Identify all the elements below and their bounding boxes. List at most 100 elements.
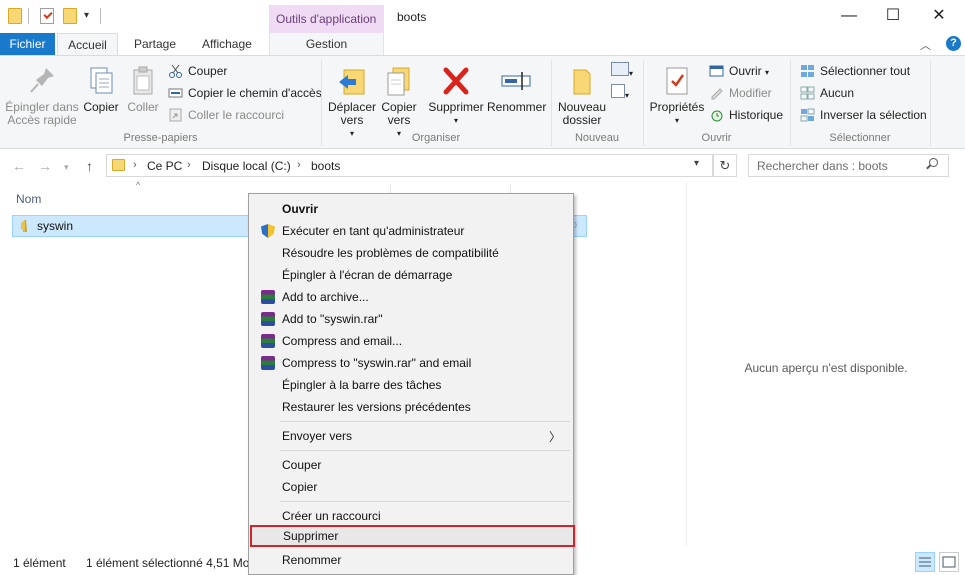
menu-item-label: Renommer	[282, 553, 342, 567]
menu-item-compress-to-rar-email[interactable]: Compress to "syswin.rar" and email	[251, 352, 571, 374]
menu-item-send-to[interactable]: Envoyer vers 〉	[251, 425, 571, 447]
delete-button[interactable]: Supprimer ▾	[426, 60, 486, 127]
menu-item-troubleshoot-compat[interactable]: Résoudre les problèmes de compatibilité	[251, 242, 571, 264]
address-bar[interactable]: › Ce PC › Disque local (C:) › boots	[106, 154, 713, 177]
address-dropdown-icon[interactable]: ▾	[694, 158, 699, 169]
group-label-new: Nouveau	[574, 132, 620, 144]
recent-locations-chevron-icon[interactable]: ▾	[64, 162, 69, 173]
tab-home[interactable]: Accueil	[57, 33, 118, 56]
tab-manage[interactable]: Gestion	[269, 33, 384, 55]
group-separator	[930, 60, 931, 146]
menu-item-label: Ouvrir	[282, 202, 319, 216]
group-label-organize: Organiser	[411, 132, 461, 144]
customize-toolbar-icon[interactable]: ▾	[84, 10, 89, 21]
select-all-icon	[800, 64, 815, 78]
breadcrumb-this-pc[interactable]: Ce PC	[147, 159, 182, 173]
open-button[interactable]: Ouvrir ▾	[709, 62, 769, 80]
submenu-arrow-icon: 〉	[548, 430, 561, 444]
history-button[interactable]: Historique	[709, 106, 783, 124]
menu-item-add-to-rar[interactable]: Add to "syswin.rar"	[251, 308, 571, 330]
search-icon[interactable]	[929, 158, 938, 167]
menu-item-label: Créer un raccourci	[282, 509, 381, 523]
copy-to-label: Copier vers	[381, 100, 417, 127]
forward-arrow-icon[interactable]: →	[38, 158, 52, 174]
menu-item-open[interactable]: Ouvrir	[251, 198, 571, 220]
details-view-icon	[919, 557, 931, 567]
breadcrumb-boots[interactable]: boots	[311, 159, 340, 173]
tab-share[interactable]: Partage	[134, 33, 176, 55]
rename-button[interactable]: Renommer	[487, 60, 547, 114]
menu-separator	[280, 450, 570, 451]
new-folder-quick-icon[interactable]	[63, 8, 77, 24]
menu-item-label: Compress and email...	[282, 334, 403, 348]
title-bar: ▾ Outils d'application boots — ☐ ✕	[0, 0, 965, 33]
window-title: boots	[397, 10, 427, 24]
pin-icon	[26, 64, 58, 98]
menu-item-label: Épingler à l'écran de démarrage	[282, 268, 453, 282]
winrar-archive-icon	[21, 220, 27, 232]
copy-icon	[85, 64, 117, 98]
menu-item-run-as-admin[interactable]: Exécuter en tant qu'administrateur	[251, 220, 571, 242]
menu-item-restore-versions[interactable]: Restaurer les versions précédentes	[251, 396, 571, 418]
menu-item-rename[interactable]: Renommer	[251, 549, 571, 571]
select-all-button[interactable]: Sélectionner tout	[800, 62, 910, 80]
menu-item-label: Envoyer vers	[282, 429, 353, 443]
menu-item-label: Compress to "syswin.rar" and email	[282, 356, 472, 370]
copy-label: Copier	[83, 100, 119, 114]
column-header-name[interactable]: Nom	[16, 192, 41, 206]
menu-item-copy[interactable]: Copier	[251, 476, 571, 498]
back-arrow-icon[interactable]: ←	[12, 158, 26, 174]
menu-item-pin-to-start[interactable]: Épingler à l'écran de démarrage	[251, 264, 571, 286]
shield-icon	[261, 224, 275, 238]
up-arrow-icon[interactable]: ↑	[86, 158, 93, 174]
breadcrumb-local-disk[interactable]: Disque local (C:)	[202, 159, 291, 173]
edit-button[interactable]: Modifier	[709, 84, 772, 102]
invert-selection-button[interactable]: Inverser la sélection	[800, 106, 927, 124]
history-icon	[709, 108, 724, 122]
rename-icon	[500, 64, 532, 98]
help-icon[interactable]: ?	[946, 36, 961, 51]
easy-access-icon	[611, 84, 625, 98]
new-folder-button[interactable]: Nouveau dossier	[556, 60, 608, 127]
copy-to-button[interactable]: Copier vers ▾	[378, 60, 420, 140]
minimize-button[interactable]: —	[826, 4, 872, 30]
pin-quick-access-button[interactable]: Épingler dans Accès rapide	[4, 60, 80, 127]
breadcrumb-chevron-icon[interactable]: ›	[297, 159, 301, 171]
new-item-button[interactable]: ▾	[611, 62, 633, 80]
menu-item-add-to-archive[interactable]: Add to archive...	[251, 286, 571, 308]
copy-path-button[interactable]: Copier le chemin d'accès	[168, 84, 322, 102]
menu-item-compress-email[interactable]: Compress and email...	[251, 330, 571, 352]
maximize-button[interactable]: ☐	[870, 4, 916, 30]
tab-view[interactable]: Affichage	[202, 33, 252, 55]
menu-separator	[280, 501, 570, 502]
properties-label: Propriétés	[649, 100, 705, 114]
refresh-button[interactable]: ↻	[713, 154, 737, 177]
move-to-button[interactable]: Déplacer vers ▾	[326, 60, 378, 140]
details-view-button[interactable]	[915, 552, 935, 572]
close-button[interactable]: ✕	[916, 4, 962, 30]
select-none-button[interactable]: Aucun	[800, 84, 854, 102]
paste-shortcut-button[interactable]: Coller le raccourci	[168, 106, 284, 124]
group-label-clipboard: Presse-papiers	[123, 132, 198, 144]
breadcrumb-chevron-icon[interactable]: ›	[133, 159, 137, 171]
easy-access-button[interactable]: ▾	[611, 84, 629, 102]
large-icons-view-button[interactable]	[939, 552, 959, 572]
copy-button[interactable]: Copier	[82, 60, 120, 114]
paste-button[interactable]: Coller	[124, 60, 162, 114]
open-label: Ouvrir	[729, 64, 762, 78]
search-input[interactable]: Rechercher dans : boots	[748, 154, 949, 177]
tab-file[interactable]: Fichier	[0, 33, 55, 55]
ribbon-collapse-icon[interactable]: ︿	[920, 37, 931, 53]
rename-label: Renommer	[487, 100, 547, 114]
delete-x-icon	[440, 64, 472, 98]
properties-button[interactable]: Propriétés ▾	[648, 60, 706, 127]
properties-quick-icon[interactable]	[40, 8, 54, 24]
tools-tab-header: Outils d'application	[269, 5, 384, 33]
cut-button[interactable]: Couper	[168, 62, 227, 80]
menu-item-cut[interactable]: Couper	[251, 454, 571, 476]
menu-item-create-shortcut[interactable]: Créer un raccourci	[251, 505, 571, 527]
menu-item-delete[interactable]: Supprimer	[250, 525, 575, 547]
menu-item-pin-to-taskbar[interactable]: Épingler à la barre des tâches	[251, 374, 571, 396]
breadcrumb-chevron-icon[interactable]: ›	[187, 159, 191, 171]
menu-item-label: Supprimer	[283, 529, 339, 543]
